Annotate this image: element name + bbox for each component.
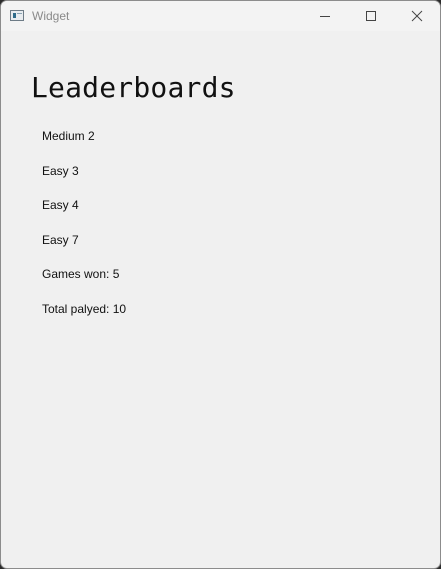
stat-medium-score: Medium 2 (42, 129, 95, 143)
app-window: Widget Leaderboards Medium 2 Easy 3 Easy… (0, 0, 441, 569)
close-icon (411, 10, 423, 22)
stat-total-played: Total palyed: 10 (42, 302, 127, 316)
stat-easy-score-3: Easy 7 (42, 233, 79, 247)
stat-games-won: Games won: 5 (42, 267, 120, 281)
page-title: Leaderboards (31, 71, 236, 104)
maximize-button[interactable] (348, 1, 394, 31)
minimize-icon (320, 16, 330, 17)
stat-easy-score-1: Easy 3 (42, 164, 79, 178)
main-content: Leaderboards Medium 2 Easy 3 Easy 4 Easy… (1, 31, 440, 568)
minimize-button[interactable] (302, 1, 348, 31)
window-title: Widget (32, 9, 70, 23)
close-button[interactable] (394, 1, 440, 31)
window-app-icon (10, 10, 24, 21)
title-bar[interactable]: Widget (1, 1, 440, 31)
stat-easy-score-2: Easy 4 (42, 198, 79, 212)
maximize-icon (366, 11, 376, 21)
